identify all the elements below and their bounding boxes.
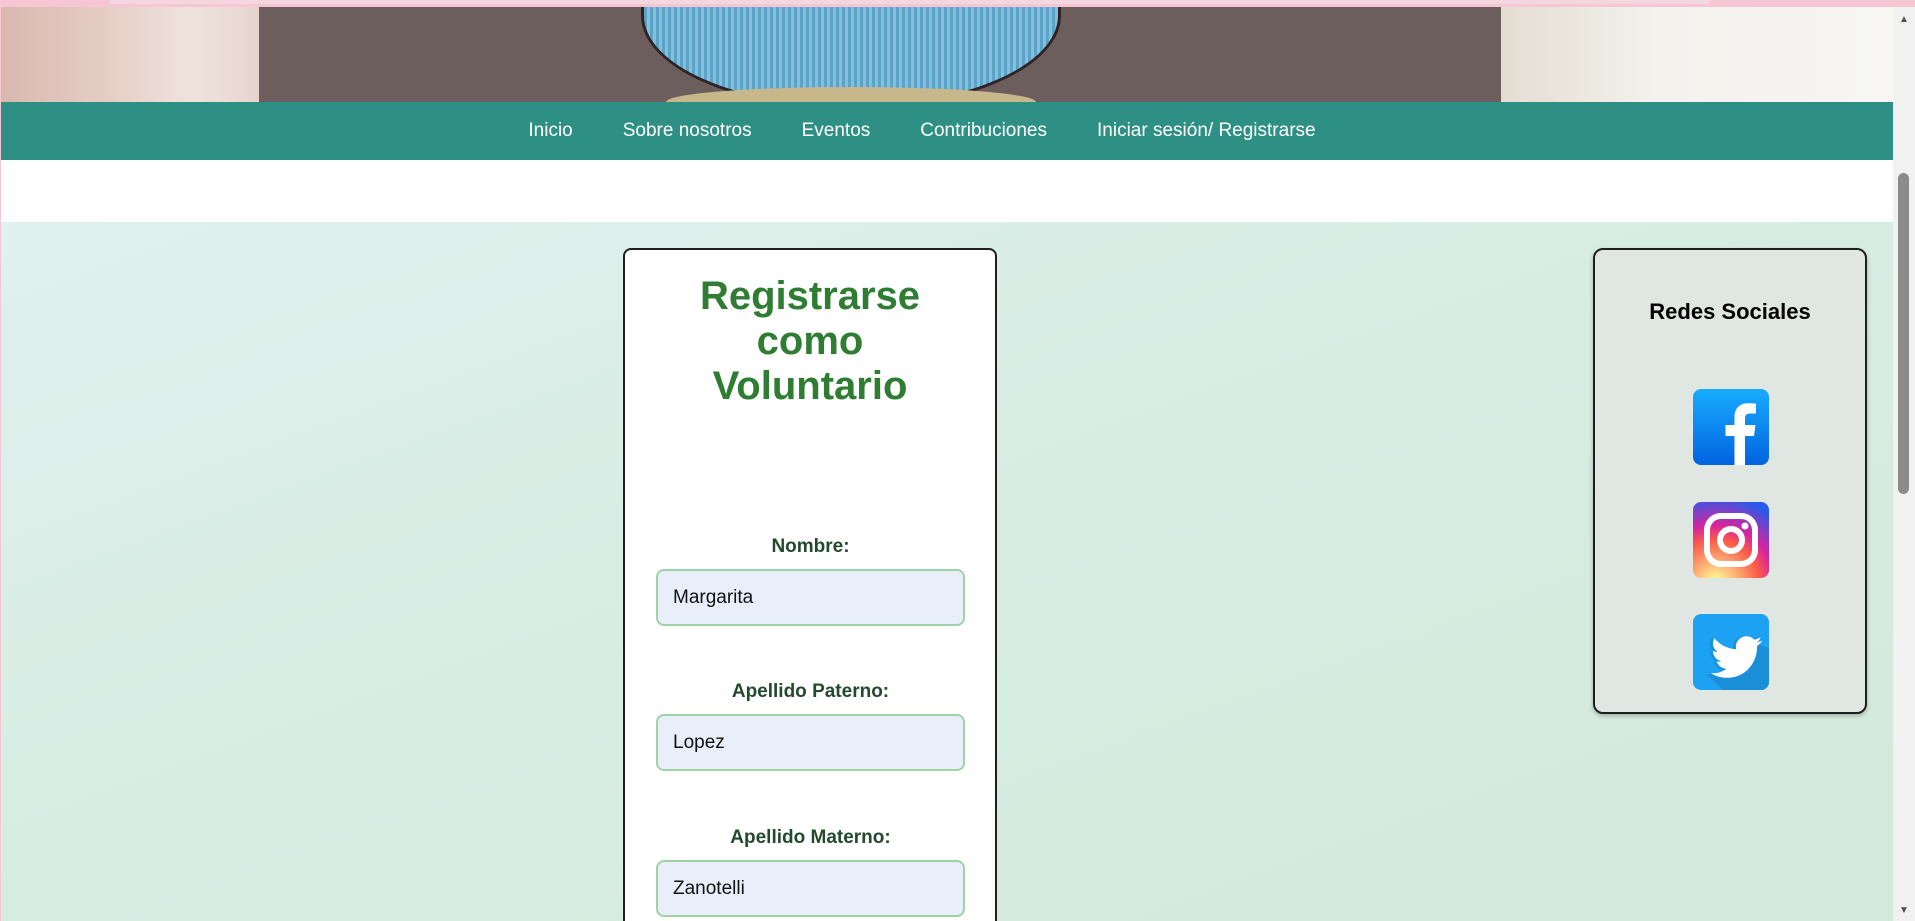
volunteer-form-card: Registrarse como Voluntario Nombre: Apel… (623, 248, 997, 921)
label-apellido-materno: Apellido Materno: (730, 827, 891, 848)
field-apellido-paterno: Apellido Paterno: (656, 681, 965, 771)
browser-frame: Inicio Sobre nosotros Eventos Contribuci… (0, 0, 1915, 921)
social-title: Redes Sociales (1649, 299, 1811, 324)
nav-link-login-register[interactable]: Iniciar sesión/ Registrarse (1072, 102, 1341, 160)
twitter-icon[interactable] (1693, 614, 1769, 690)
instagram-icon[interactable] (1693, 502, 1769, 578)
nav-links: Inicio Sobre nosotros Eventos Contribuci… (503, 102, 1340, 160)
nav-link-inicio[interactable]: Inicio (503, 102, 597, 160)
hero-background-right (1501, 7, 1893, 102)
facebook-icon[interactable] (1693, 389, 1769, 465)
vertical-scrollbar[interactable]: ▲ ▼ (1893, 7, 1915, 921)
scroll-up-arrow-icon[interactable]: ▲ (1893, 10, 1915, 30)
field-apellido-materno: Apellido Materno: (656, 827, 965, 917)
window-top-strip (110, 0, 1710, 4)
field-nombre: Nombre: (656, 536, 965, 626)
page: Inicio Sobre nosotros Eventos Contribuci… (1, 7, 1893, 921)
nombre-input[interactable] (656, 569, 965, 626)
apellido-paterno-input[interactable] (656, 714, 965, 771)
scrollbar-thumb[interactable] (1898, 173, 1909, 494)
label-apellido-paterno: Apellido Paterno: (731, 681, 890, 702)
social-media-card: Redes Sociales (1593, 248, 1867, 714)
hero-banner-image (1, 7, 1893, 102)
nav-link-sobre-nosotros[interactable]: Sobre nosotros (598, 102, 777, 160)
form-title: Registrarse como Voluntario (699, 274, 921, 408)
scroll-down-arrow-icon[interactable]: ▼ (1893, 901, 1915, 921)
nav-link-eventos[interactable]: Eventos (777, 102, 896, 160)
nav-link-contribuciones[interactable]: Contribuciones (895, 102, 1072, 160)
apellido-materno-input[interactable] (656, 860, 965, 917)
main-content: Registrarse como Voluntario Nombre: Apel… (1, 222, 1893, 921)
nav-spacer (1, 160, 1893, 222)
label-nombre: Nombre: (771, 536, 850, 557)
main-nav: Inicio Sobre nosotros Eventos Contribuci… (1, 102, 1893, 160)
